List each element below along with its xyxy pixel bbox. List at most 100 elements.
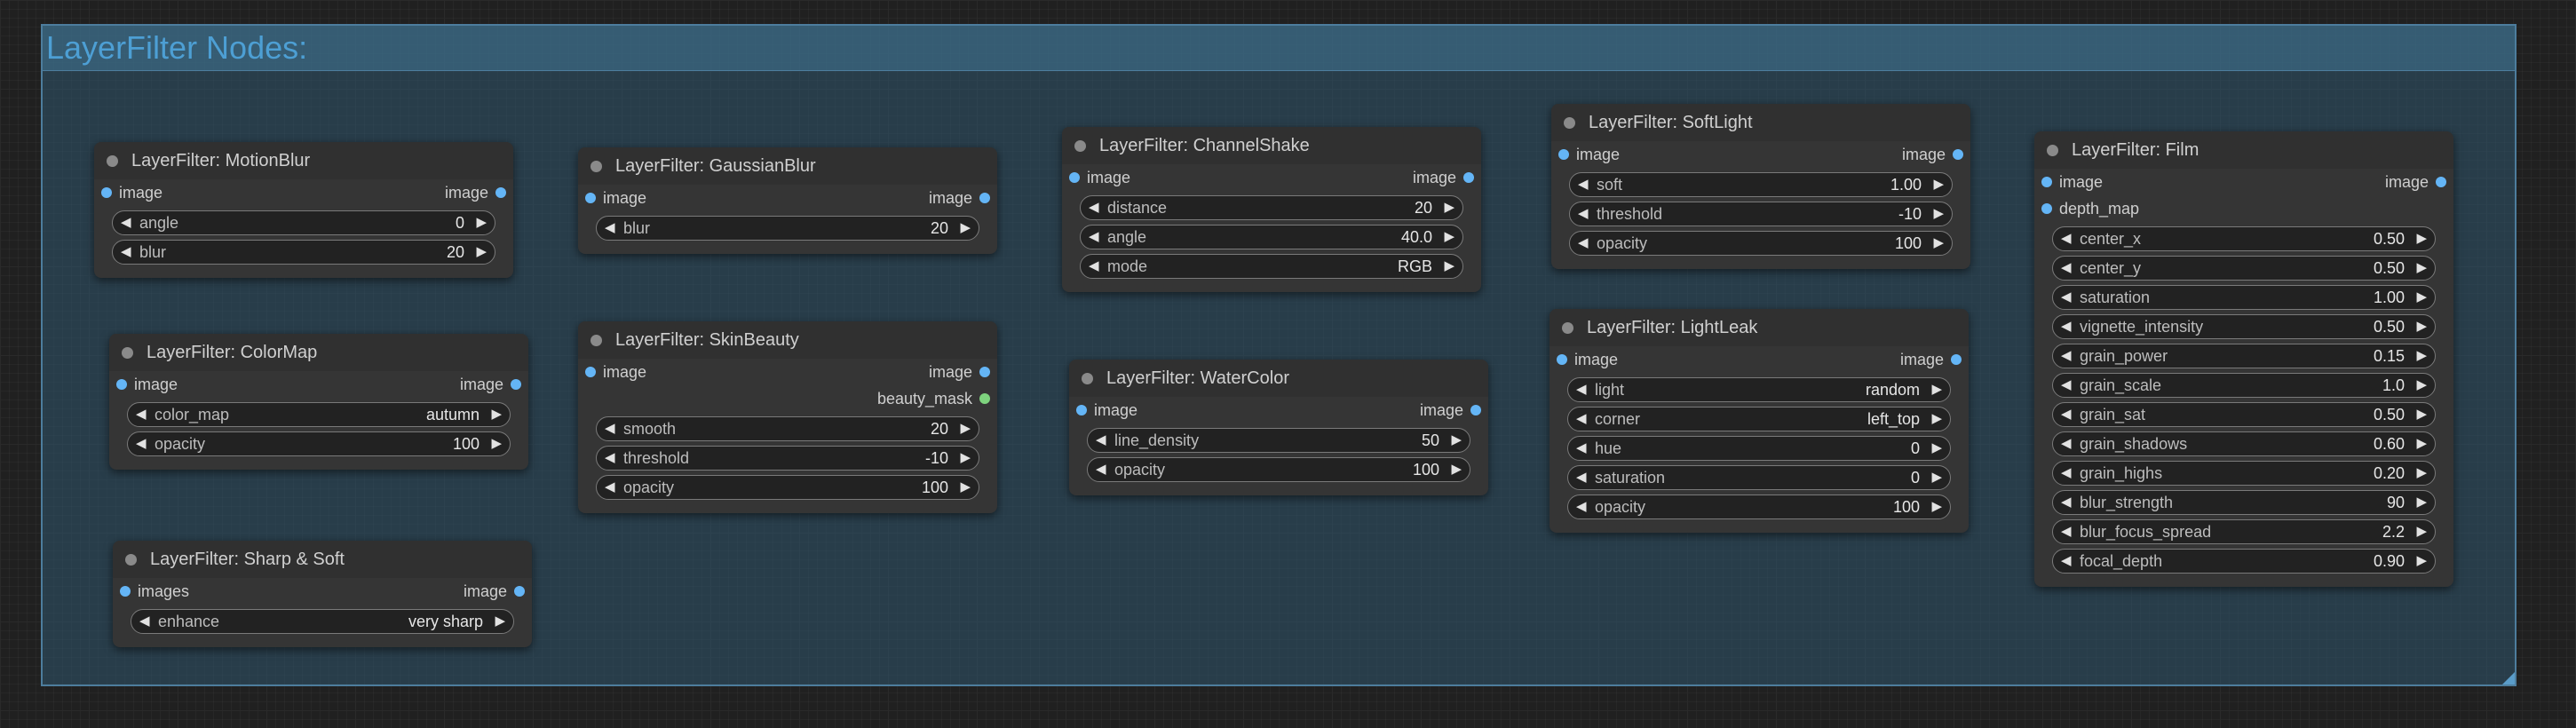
arrow-left-icon[interactable]: ◀ [1578, 202, 1589, 226]
node-title-bar[interactable]: LayerFilter: ColorMap [109, 334, 528, 371]
arrow-right-icon[interactable]: ▶ [1931, 378, 1942, 401]
arrow-right-icon[interactable]: ▶ [960, 476, 971, 499]
widget-blur[interactable]: ◀ blur 20 ▶ [112, 240, 495, 265]
arrow-left-icon[interactable]: ◀ [1578, 173, 1589, 196]
node-title-bar[interactable]: LayerFilter: MotionBlur [94, 142, 513, 179]
node-title-bar[interactable]: LayerFilter: ChannelShake [1062, 127, 1481, 164]
arrow-right-icon[interactable]: ▶ [2416, 462, 2427, 485]
node-title-bar[interactable]: LayerFilter: Sharp & Soft [113, 541, 532, 578]
arrow-right-icon[interactable]: ▶ [2416, 520, 2427, 543]
node-film[interactable]: LayerFilter: Film image image depth_map … [2034, 131, 2453, 587]
collapse-dot-icon[interactable] [590, 335, 602, 346]
collapse-dot-icon[interactable] [2047, 145, 2058, 156]
widget-focal-depth[interactable]: ◀ focal_depth 0.90 ▶ [2052, 549, 2436, 574]
widget-corner[interactable]: ◀ corner left_top ▶ [1567, 407, 1951, 431]
output-pin-icon[interactable] [1463, 172, 1474, 183]
arrow-right-icon[interactable]: ▶ [1931, 408, 1942, 431]
widget-grain-highs[interactable]: ◀ grain_highs 0.20 ▶ [2052, 461, 2436, 486]
input-pin-icon[interactable] [2041, 177, 2052, 187]
arrow-left-icon[interactable]: ◀ [1576, 378, 1587, 401]
arrow-right-icon[interactable]: ▶ [1931, 495, 1942, 518]
arrow-right-icon[interactable]: ▶ [495, 610, 505, 633]
node-gaussianblur[interactable]: LayerFilter: GaussianBlur image image ◀ … [578, 147, 997, 254]
arrow-left-icon[interactable]: ◀ [2061, 227, 2072, 250]
arrow-right-icon[interactable]: ▶ [2416, 257, 2427, 280]
arrow-left-icon[interactable]: ◀ [2061, 286, 2072, 309]
arrow-left-icon[interactable]: ◀ [2061, 315, 2072, 338]
collapse-dot-icon[interactable] [590, 161, 602, 172]
arrow-left-icon[interactable]: ◀ [605, 476, 615, 499]
input-pin-icon[interactable] [1557, 354, 1567, 365]
widget-line-density[interactable]: ◀ line_density 50 ▶ [1087, 428, 1470, 453]
widget-saturation[interactable]: ◀ saturation 1.00 ▶ [2052, 285, 2436, 310]
widget-threshold[interactable]: ◀ threshold -10 ▶ [596, 446, 979, 471]
arrow-right-icon[interactable]: ▶ [476, 211, 487, 234]
output-pin-icon[interactable] [1953, 149, 1963, 160]
arrow-left-icon[interactable]: ◀ [139, 610, 150, 633]
input-pin-icon[interactable] [120, 586, 131, 597]
arrow-left-icon[interactable]: ◀ [121, 241, 131, 264]
widget-grain-power[interactable]: ◀ grain_power 0.15 ▶ [2052, 344, 2436, 368]
arrow-right-icon[interactable]: ▶ [1451, 458, 1462, 481]
input-pin-icon[interactable] [1069, 172, 1080, 183]
arrow-right-icon[interactable]: ▶ [960, 417, 971, 440]
arrow-right-icon[interactable]: ▶ [1933, 232, 1944, 255]
arrow-left-icon[interactable]: ◀ [121, 211, 131, 234]
arrow-right-icon[interactable]: ▶ [2416, 374, 2427, 397]
arrow-left-icon[interactable]: ◀ [2061, 520, 2072, 543]
arrow-left-icon[interactable]: ◀ [1096, 429, 1106, 452]
mask-output-pin-icon[interactable] [979, 393, 990, 404]
arrow-right-icon[interactable]: ▶ [1444, 255, 1454, 278]
arrow-right-icon[interactable]: ▶ [960, 447, 971, 470]
arrow-left-icon[interactable]: ◀ [2061, 462, 2072, 485]
node-title-bar[interactable]: LayerFilter: GaussianBlur [578, 147, 997, 185]
arrow-right-icon[interactable]: ▶ [1931, 437, 1942, 460]
output-pin-icon[interactable] [979, 193, 990, 203]
arrow-left-icon[interactable]: ◀ [2061, 432, 2072, 455]
arrow-left-icon[interactable]: ◀ [2061, 403, 2072, 426]
node-lightleak[interactable]: LayerFilter: LightLeak image image ◀ lig… [1550, 309, 1969, 533]
input-pin-icon[interactable] [585, 193, 596, 203]
node-title-bar[interactable]: LayerFilter: SoftLight [1551, 104, 1970, 141]
widget-opacity[interactable]: ◀ opacity 100 ▶ [1569, 231, 1953, 256]
arrow-left-icon[interactable]: ◀ [605, 417, 615, 440]
node-title-bar[interactable]: LayerFilter: Film [2034, 131, 2453, 169]
arrow-left-icon[interactable]: ◀ [1576, 437, 1587, 460]
arrow-right-icon[interactable]: ▶ [2416, 344, 2427, 368]
input-pin-icon[interactable] [2041, 203, 2052, 214]
arrow-left-icon[interactable]: ◀ [1576, 495, 1587, 518]
output-pin-icon[interactable] [2436, 177, 2446, 187]
node-softlight[interactable]: LayerFilter: SoftLight image image ◀ sof… [1551, 104, 1970, 269]
arrow-right-icon[interactable]: ▶ [476, 241, 487, 264]
widget-soft[interactable]: ◀ soft 1.00 ▶ [1569, 172, 1953, 197]
output-pin-icon[interactable] [495, 187, 506, 198]
node-motionblur[interactable]: LayerFilter: MotionBlur image image ◀ an… [94, 142, 513, 278]
arrow-right-icon[interactable]: ▶ [2416, 550, 2427, 573]
widget-saturation[interactable]: ◀ saturation 0 ▶ [1567, 465, 1951, 490]
output-pin-icon[interactable] [511, 379, 521, 390]
input-pin-icon[interactable] [1076, 405, 1087, 415]
arrow-left-icon[interactable]: ◀ [1578, 232, 1589, 255]
arrow-right-icon[interactable]: ▶ [2416, 227, 2427, 250]
arrow-left-icon[interactable]: ◀ [2061, 374, 2072, 397]
arrow-left-icon[interactable]: ◀ [1576, 466, 1587, 489]
collapse-dot-icon[interactable] [122, 347, 133, 359]
arrow-right-icon[interactable]: ▶ [1933, 202, 1944, 226]
arrow-right-icon[interactable]: ▶ [2416, 432, 2427, 455]
widget-grain-sat[interactable]: ◀ grain_sat 0.50 ▶ [2052, 402, 2436, 427]
arrow-left-icon[interactable]: ◀ [605, 217, 615, 240]
node-title-bar[interactable]: LayerFilter: LightLeak [1550, 309, 1969, 346]
node-sharp-soft[interactable]: LayerFilter: Sharp & Soft images image ◀… [113, 541, 532, 647]
output-pin-icon[interactable] [514, 586, 525, 597]
widget-opacity[interactable]: ◀ opacity 100 ▶ [127, 431, 511, 456]
widget-vignette-intensity[interactable]: ◀ vignette_intensity 0.50 ▶ [2052, 314, 2436, 339]
widget-mode[interactable]: ◀ mode RGB ▶ [1080, 254, 1463, 279]
arrow-left-icon[interactable]: ◀ [605, 447, 615, 470]
arrow-left-icon[interactable]: ◀ [136, 403, 147, 426]
widget-grain-scale[interactable]: ◀ grain_scale 1.0 ▶ [2052, 373, 2436, 398]
output-pin-icon[interactable] [1470, 405, 1481, 415]
widget-distance[interactable]: ◀ distance 20 ▶ [1080, 195, 1463, 220]
collapse-dot-icon[interactable] [1562, 322, 1573, 334]
arrow-right-icon[interactable]: ▶ [1931, 466, 1942, 489]
arrow-left-icon[interactable]: ◀ [1576, 408, 1587, 431]
